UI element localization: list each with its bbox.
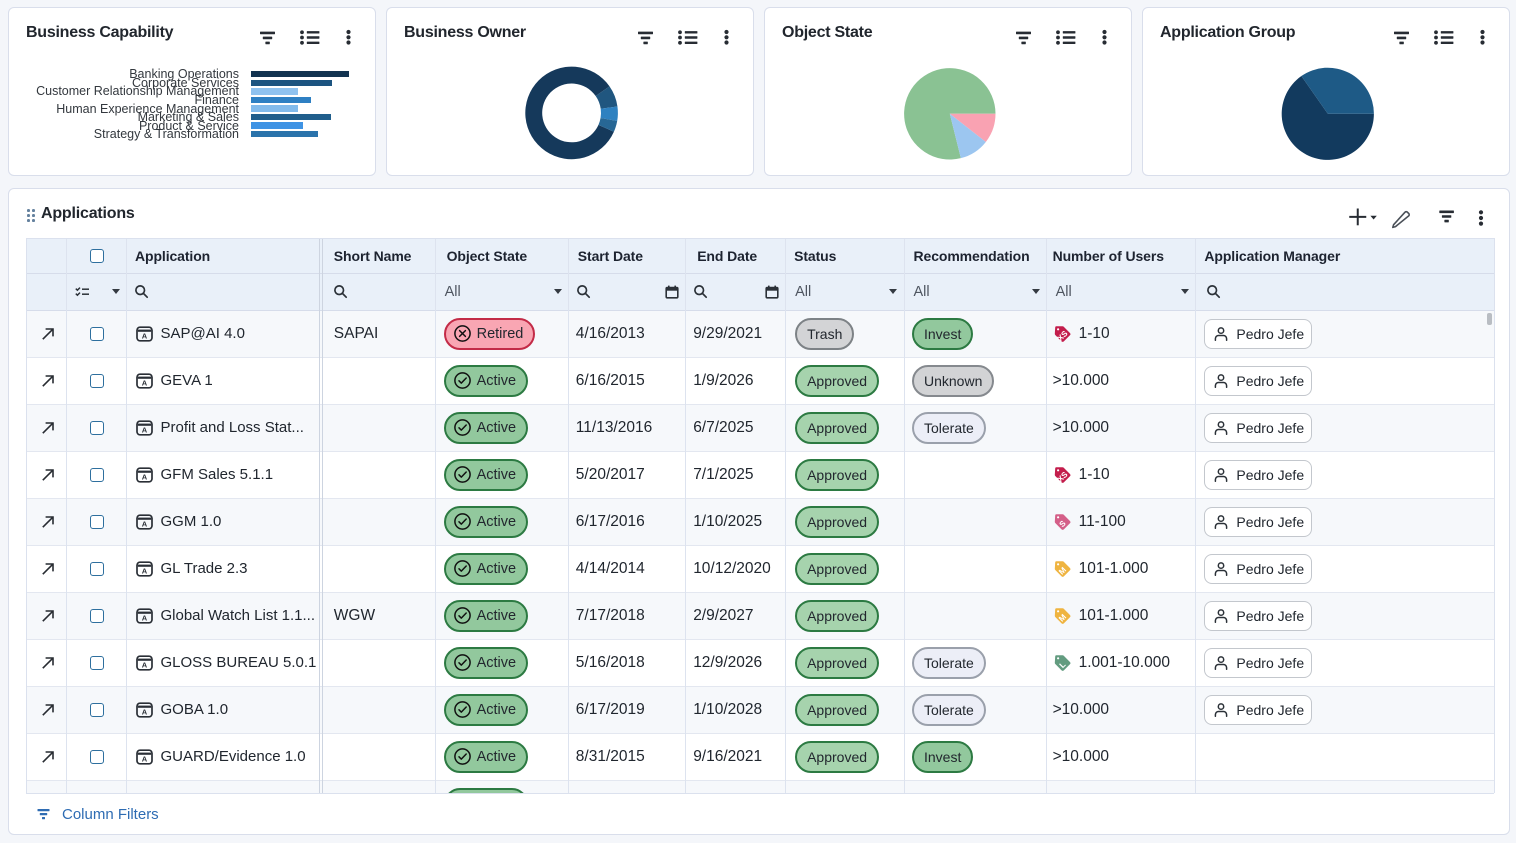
svg-text:A: A [141, 754, 147, 763]
svg-text:A: A [141, 331, 147, 340]
svg-text:A: A [141, 472, 147, 481]
svg-text:A: A [141, 425, 147, 434]
svg-text:A: A [141, 566, 147, 575]
svg-text:A: A [141, 613, 147, 622]
svg-text:A: A [141, 519, 147, 528]
svg-text:A: A [141, 660, 147, 669]
svg-text:A: A [141, 707, 147, 716]
svg-text:A: A [141, 378, 147, 387]
